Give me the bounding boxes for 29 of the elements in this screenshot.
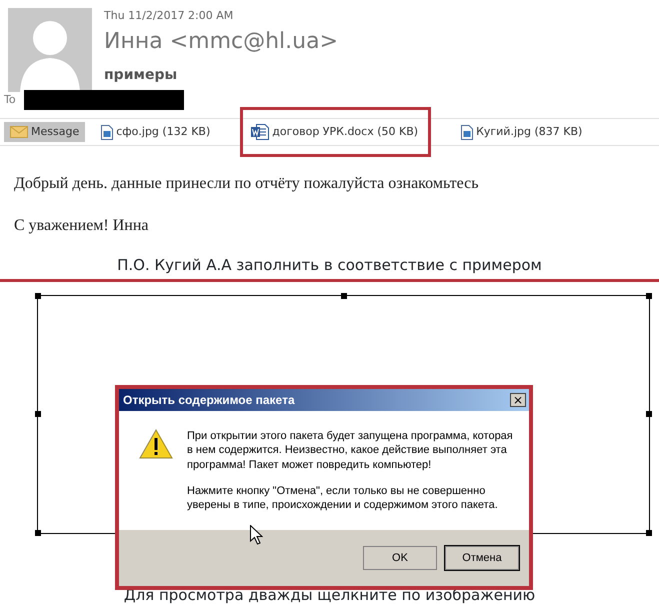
dialog-button[interactable]: OK xyxy=(363,546,437,570)
body-text: С уважением! Инна xyxy=(13,216,150,236)
envelope-icon xyxy=(10,126,28,138)
body-text: Добрый день. данные принесли по отчёту пожалуйста ознакомьтесь xyxy=(13,174,480,194)
dialog-message: Нажмите кнопку "Отмена", если только вы не совершенно уверены в типе, происхождении и содержимом этого пакета. xyxy=(187,484,499,512)
resize-handle[interactable] xyxy=(35,292,41,298)
dialog-button[interactable]: Отмена xyxy=(445,546,519,570)
to-label: To xyxy=(4,92,16,108)
attachment[interactable]: Кугий.jpg (837 KB) xyxy=(455,122,588,142)
image-file-icon xyxy=(101,124,114,140)
sender-name: Инна <mmc@hl.ua> xyxy=(104,28,338,55)
close-button[interactable]: × xyxy=(510,393,526,407)
dialog-message: При открытии этого пакета будет запущена программа, которая в нем содержится. Неизвестно, какое действие выполняет эта программа! Пакет может повредить компьютер! xyxy=(187,429,514,472)
resize-handle[interactable] xyxy=(646,411,652,417)
resize-handle[interactable] xyxy=(646,292,652,298)
attachment[interactable]: сфо.jpg (132 KB) xyxy=(95,122,216,142)
image-file-icon xyxy=(461,124,474,140)
caption-text: П.О. Кугий А.А заполнить в соответствие с примером xyxy=(116,255,543,276)
message-tab[interactable]: Message xyxy=(4,122,86,142)
resize-handle[interactable] xyxy=(35,530,41,536)
message-date: Thu 11/2/2017 2:00 AM xyxy=(104,8,234,24)
resize-handle[interactable] xyxy=(35,411,41,417)
resize-handle[interactable] xyxy=(340,292,346,298)
attachment[interactable]: договор УРК.docx (50 KB) xyxy=(240,106,432,158)
resize-handle[interactable] xyxy=(646,530,652,536)
word-file-icon xyxy=(251,124,270,140)
warning-icon xyxy=(139,429,173,459)
message-subject: примеры xyxy=(104,66,178,85)
dialog-title: Открыть содержимое пакета xyxy=(123,392,295,409)
